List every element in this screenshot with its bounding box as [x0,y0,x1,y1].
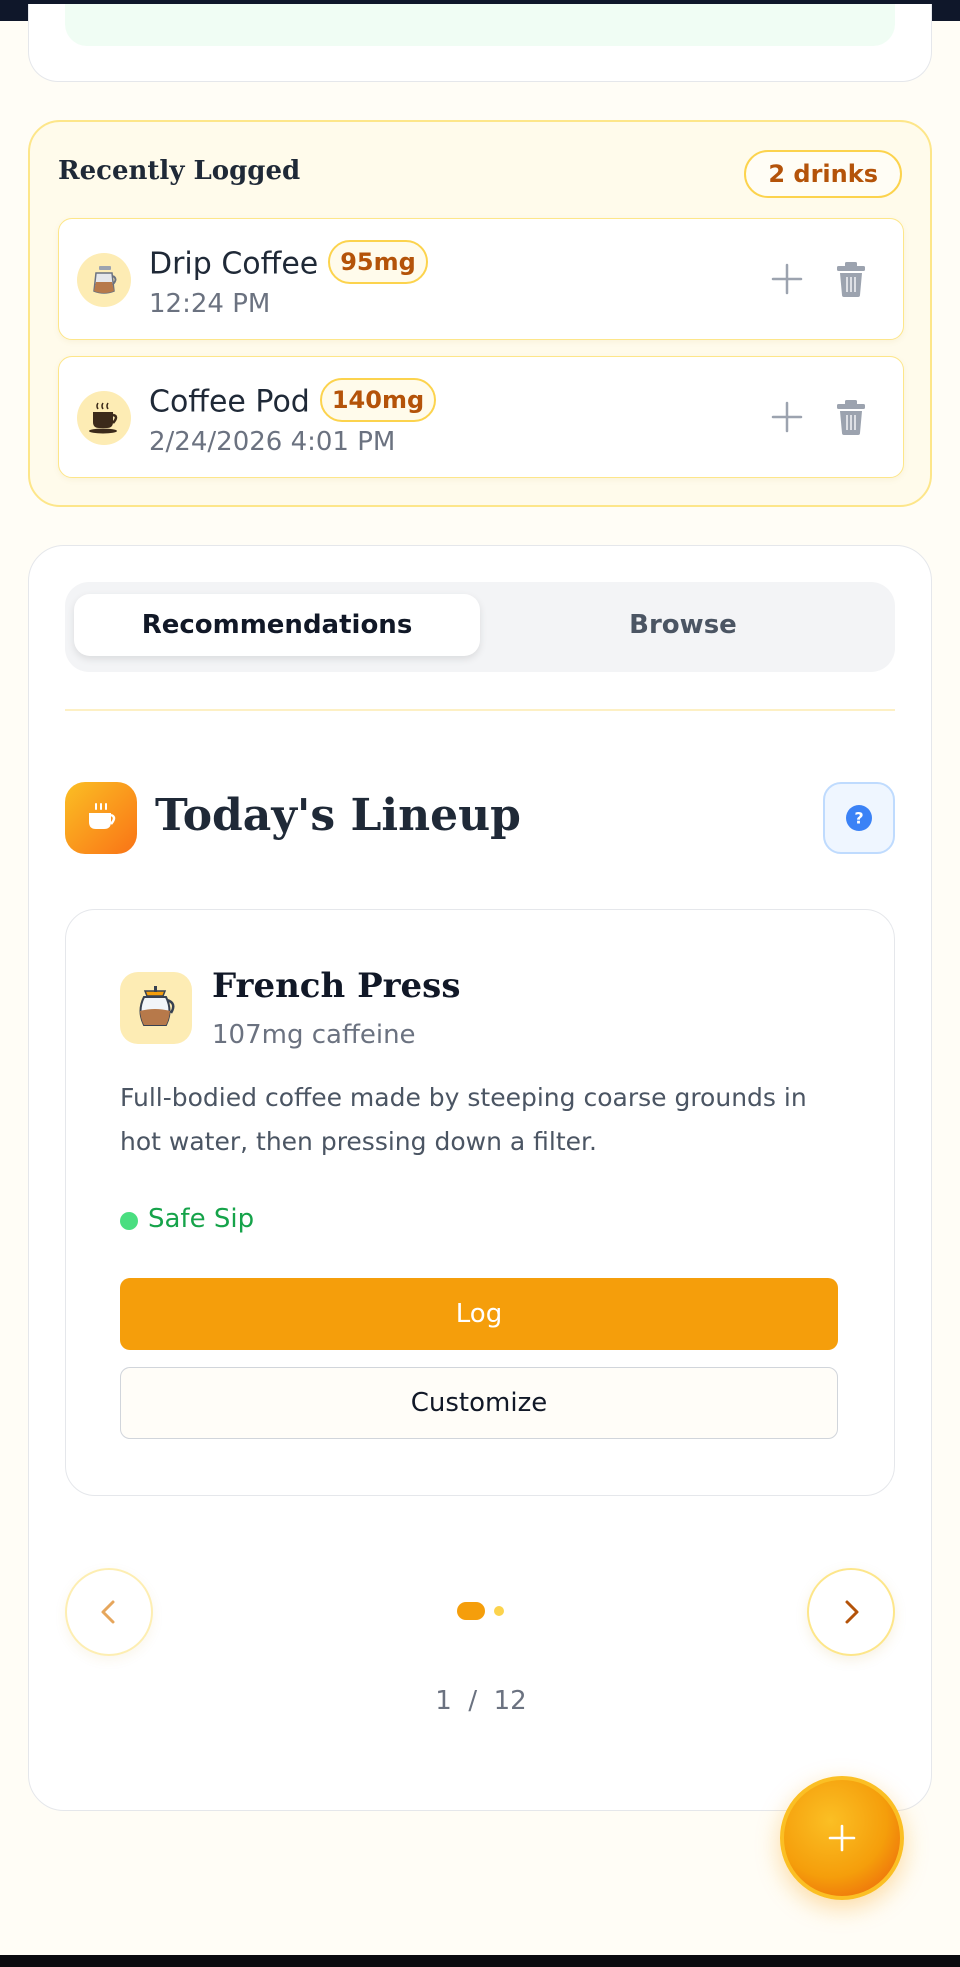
coffee-cup-icon [77,391,131,445]
logged-drink-name-text: Coffee Pod [149,384,310,420]
next-button[interactable] [807,1568,895,1656]
logged-drink-time: 2/24/2026 4:01 PM [149,427,396,457]
previous-card [28,4,932,82]
tab-browse[interactable]: Browse [480,594,886,656]
logged-drink-name: Coffee Pod 140mg [149,378,437,425]
recommendations-card: Recommendations Browse Today's Lineup ? … [28,545,932,1811]
add-again-button[interactable] [767,259,807,299]
page-total: 12 [493,1686,527,1716]
drink-count-badge: 2 drinks [744,150,902,198]
coffee-cup-icon [65,782,137,854]
customize-button[interactable]: Customize [120,1367,838,1439]
page-current: 1 [435,1686,452,1716]
add-again-button[interactable] [767,397,807,437]
tab-recommendations[interactable]: Recommendations [74,594,480,656]
log-button[interactable]: Log [120,1278,838,1350]
chevron-left-icon [101,1600,115,1624]
plus-icon [771,401,803,433]
delete-button[interactable] [833,397,869,437]
previous-button[interactable] [65,1568,153,1656]
drink-recommendation-card: French Press 107mg caffeine Full-bodied … [65,909,895,1496]
chevron-right-icon [845,1600,859,1624]
drink-name: French Press [212,966,461,1006]
bottom-bar [0,1955,960,1967]
section-title: Today's Lineup [155,790,521,841]
delete-button[interactable] [833,259,869,299]
drip-coffee-icon [77,253,131,307]
safety-label: Safe Sip [148,1204,255,1234]
carousel-dot-active [457,1602,485,1620]
add-drink-fab[interactable] [780,1776,904,1900]
logged-drink-name: Drip Coffee 95mg [149,240,428,287]
french-press-icon [120,972,192,1044]
caffeine-badge: 140mg [319,378,437,422]
question-icon: ? [846,805,872,831]
page-indicator: 1 / 12 [29,1686,933,1716]
tab-bar: Recommendations Browse [65,582,895,672]
trash-icon [837,262,865,297]
svg-text:?: ? [854,809,863,828]
safety-dot-icon [120,1212,138,1230]
divider [65,709,895,711]
help-button[interactable]: ? [823,782,895,854]
caffeine-badge: 95mg [328,240,428,284]
drink-caffeine: 107mg caffeine [212,1020,416,1050]
page-separator: / [468,1686,478,1716]
recently-logged-title: Recently Logged [58,156,301,186]
previous-card-strip [65,4,895,46]
plus-icon [828,1824,856,1852]
logged-drink-time: 12:24 PM [149,289,271,319]
plus-icon [771,263,803,295]
logged-drink-name-text: Drip Coffee [149,246,319,282]
trash-icon [837,400,865,435]
carousel-dot [494,1606,504,1616]
logged-drink-row: Coffee Pod 140mg 2/24/2026 4:01 PM [58,356,904,478]
logged-drink-row: Drip Coffee 95mg 12:24 PM [58,218,904,340]
recently-logged-section: Recently Logged 2 drinks Drip Coffee 95mg… [28,120,932,507]
drink-description: Full-bodied coffee made by steeping coar… [120,1083,807,1156]
